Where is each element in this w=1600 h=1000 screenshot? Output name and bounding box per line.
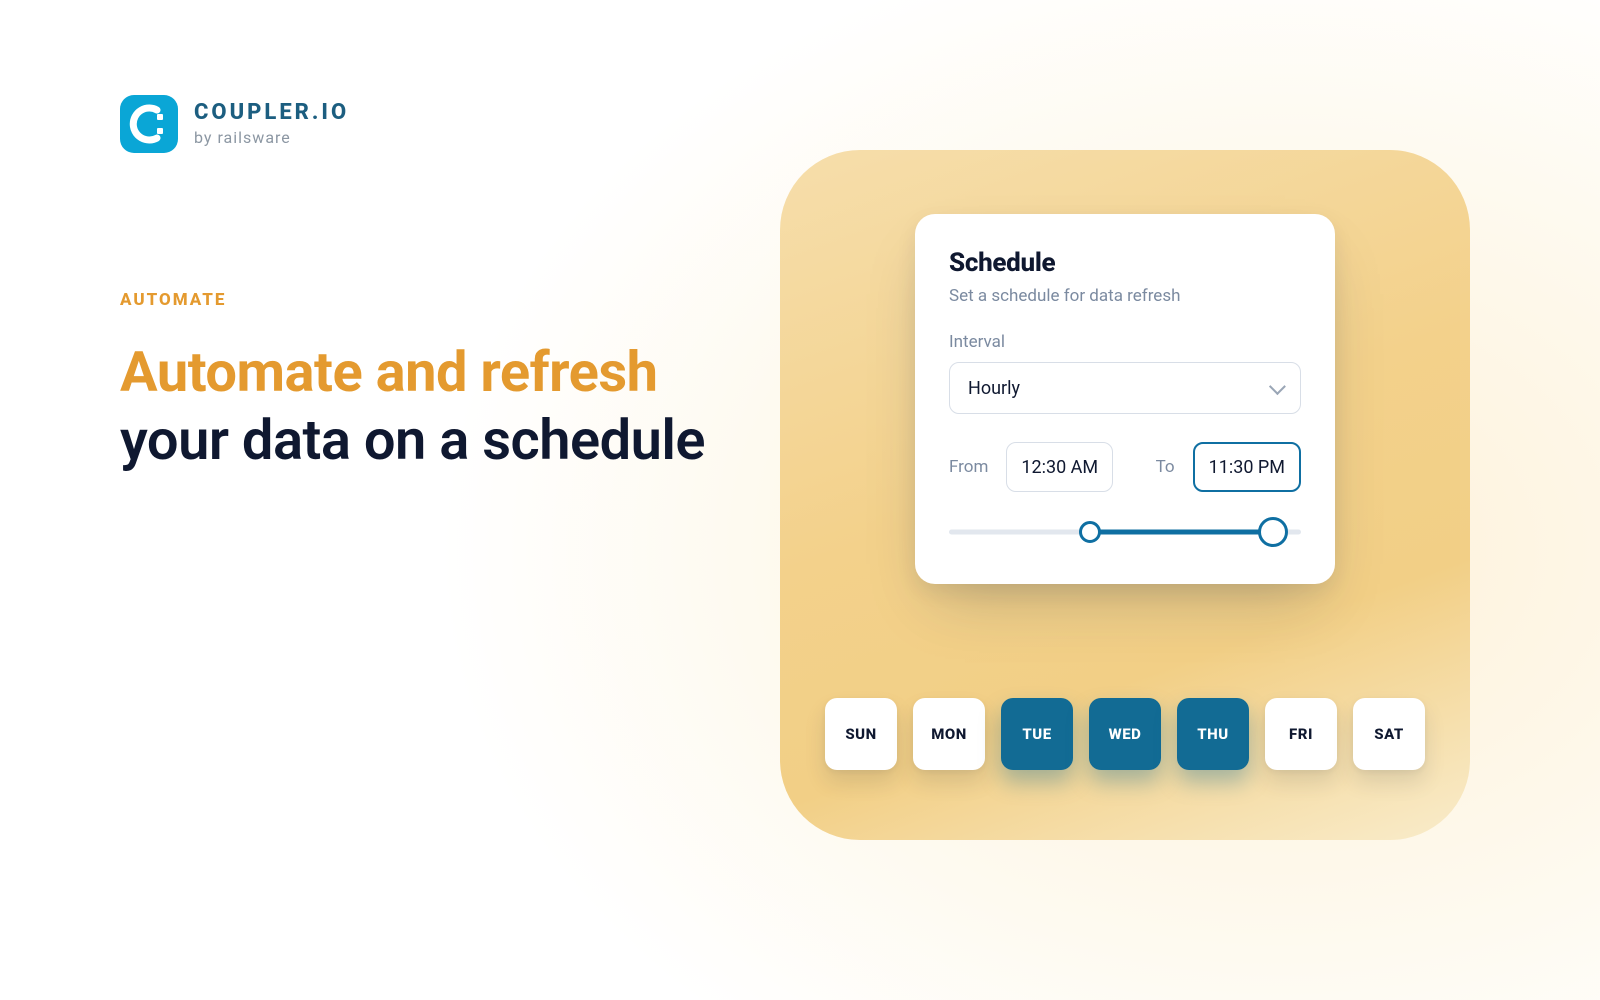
interval-label: Interval [949, 332, 1301, 352]
from-time-input[interactable]: 12:30 AM [1006, 442, 1113, 492]
interval-select[interactable]: Hourly [949, 362, 1301, 414]
from-time-value: 12:30 AM [1021, 457, 1098, 478]
to-time-input[interactable]: 11:30 PM [1193, 442, 1301, 492]
slider-handle-start[interactable] [1079, 521, 1101, 543]
slider-handle-end[interactable] [1258, 517, 1288, 547]
from-label: From [949, 457, 988, 477]
day-toggle-thu[interactable]: THU [1177, 698, 1249, 770]
feature-panel: Schedule Set a schedule for data refresh… [780, 150, 1470, 840]
headline-accent: Automate and refresh [120, 339, 658, 405]
time-range-slider[interactable] [949, 520, 1301, 544]
interval-value: Hourly [968, 378, 1020, 399]
eyebrow: AUTOMATE [120, 290, 760, 310]
brand-lockup: COUPLER.IO by railsware [120, 95, 349, 153]
day-toggle-wed[interactable]: WED [1089, 698, 1161, 770]
chevron-down-icon [1269, 378, 1286, 395]
headline: Automate and refresh your data on a sche… [120, 338, 760, 475]
day-toggle-tue[interactable]: TUE [1001, 698, 1073, 770]
to-label: To [1156, 457, 1175, 477]
day-toggle-fri[interactable]: FRI [1265, 698, 1337, 770]
schedule-card: Schedule Set a schedule for data refresh… [915, 214, 1335, 584]
day-toggle-sat[interactable]: SAT [1353, 698, 1425, 770]
day-toggle-mon[interactable]: MON [913, 698, 985, 770]
card-subtitle: Set a schedule for data refresh [949, 286, 1301, 306]
marketing-copy: AUTOMATE Automate and refresh your data … [120, 290, 760, 475]
logo-icon [120, 95, 178, 153]
brand-subtitle: by railsware [194, 130, 349, 146]
headline-rest: your data on a schedule [120, 407, 705, 473]
day-toggle-sun[interactable]: SUN [825, 698, 897, 770]
day-toggle-row: SUNMONTUEWEDTHUFRISAT [825, 698, 1425, 770]
to-time-value: 11:30 PM [1209, 457, 1285, 478]
slider-fill [1090, 530, 1273, 535]
card-title: Schedule [949, 248, 1301, 278]
brand-name: COUPLER.IO [194, 102, 349, 124]
